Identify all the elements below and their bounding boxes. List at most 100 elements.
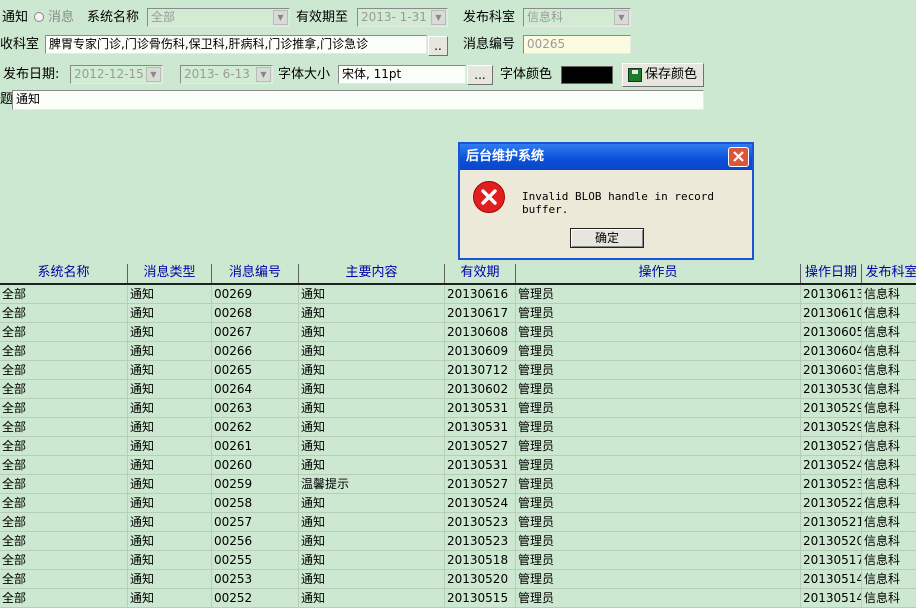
- column-header[interactable]: 消息编号: [212, 264, 299, 283]
- font-field[interactable]: 宋体, 11pt: [338, 65, 466, 84]
- table-cell: 信息科: [862, 323, 916, 341]
- table-cell: 通知: [128, 456, 212, 474]
- table-cell: 20130514: [803, 589, 862, 607]
- table-row[interactable]: 全部 通知 00261 通知 20130527 管理员 20130527 信息科: [0, 437, 916, 456]
- chevron-down-icon[interactable]: ▼: [614, 10, 629, 25]
- table-row[interactable]: 全部 通知 00256 通知 20130523 管理员 20130520 信息科: [0, 532, 916, 551]
- table-cell: 通知: [128, 418, 212, 436]
- table-row[interactable]: 全部 通知 00260 通知 20130531 管理员 20130524 信息科: [0, 456, 916, 475]
- table-cell: 20130522: [803, 494, 862, 512]
- table-cell: 管理员: [516, 551, 801, 569]
- table-cell: 20130602: [445, 380, 516, 398]
- table-row[interactable]: 全部 通知 00257 通知 20130523 管理员 20130521 信息科: [0, 513, 916, 532]
- table-cell: 00263: [212, 399, 299, 417]
- table-cell: 全部: [0, 418, 128, 436]
- table-cell: 20130527: [445, 475, 516, 493]
- table-cell: 管理员: [516, 304, 801, 322]
- date-to-picker[interactable]: 2013- 6-13 ▼: [180, 65, 273, 84]
- column-header[interactable]: 操作员: [516, 264, 801, 283]
- table-cell: 管理员: [516, 342, 801, 360]
- table-cell: 信息科: [862, 399, 916, 417]
- table-row[interactable]: 全部 通知 00262 通知 20130531 管理员 20130529 信息科: [0, 418, 916, 437]
- title-field[interactable]: 通知: [12, 90, 704, 110]
- table-cell: 信息科: [862, 494, 916, 512]
- table-cell: 00266: [212, 342, 299, 360]
- table-row[interactable]: 全部 通知 00253 通知 20130520 管理员 20130514 信息科: [0, 570, 916, 589]
- table-cell: 00265: [212, 361, 299, 379]
- chevron-down-icon[interactable]: ▼: [431, 10, 446, 25]
- system-name-select[interactable]: 全部 ▼: [147, 8, 290, 27]
- table-cell: 管理员: [516, 456, 801, 474]
- column-header[interactable]: 消息类型: [128, 264, 212, 283]
- table-row[interactable]: 全部 通知 00252 通知 20130515 管理员 20130514 信息科: [0, 589, 916, 608]
- table-cell: 通知: [299, 418, 445, 436]
- table-row[interactable]: 全部 通知 00255 通知 20130518 管理员 20130517 信息科: [0, 551, 916, 570]
- table-cell: 管理员: [516, 589, 801, 607]
- table-cell: 通知: [299, 456, 445, 474]
- table-cell: 00257: [212, 513, 299, 531]
- table-cell: 信息科: [862, 437, 916, 455]
- column-header[interactable]: 有效期: [445, 264, 516, 283]
- chevron-down-icon[interactable]: ▼: [273, 10, 288, 25]
- table-row[interactable]: 全部 通知 00269 通知 20130616 管理员 20130613 信息科: [0, 285, 916, 304]
- table-cell: 20130524: [803, 456, 862, 474]
- table-cell: 信息科: [862, 304, 916, 322]
- publish-dept-select[interactable]: 信息科 ▼: [523, 8, 631, 27]
- receive-dept-browse-button[interactable]: ..: [428, 36, 448, 56]
- publish-date-label: 发布日期:: [3, 67, 60, 82]
- table-cell: 通知: [299, 342, 445, 360]
- table-cell: 通知: [128, 570, 212, 588]
- error-message: Invalid BLOB handle in record buffer.: [522, 190, 715, 216]
- ok-button[interactable]: 确定: [570, 228, 644, 248]
- table-cell: 20130610: [803, 304, 862, 322]
- table-cell: 通知: [128, 475, 212, 493]
- column-header[interactable]: 主要内容: [299, 264, 445, 283]
- close-icon[interactable]: [728, 147, 749, 167]
- table-cell: 20130518: [445, 551, 516, 569]
- table-cell: 信息科: [862, 513, 916, 531]
- table-cell: 20130514: [803, 570, 862, 588]
- chevron-down-icon[interactable]: ▼: [146, 67, 161, 82]
- table-cell: 00268: [212, 304, 299, 322]
- date-from-picker[interactable]: 2012-12-15 ▼: [70, 65, 163, 84]
- chevron-down-icon[interactable]: ▼: [256, 67, 271, 82]
- table-cell: 管理员: [516, 323, 801, 341]
- message-table[interactable]: 系统名称 消息类型 消息编号 主要内容 有效期 操作员 操作日期 发布科室 全部 通知 00269…: [0, 264, 916, 608]
- table-cell: 通知: [299, 589, 445, 607]
- font-browse-button[interactable]: ...: [467, 65, 493, 85]
- table-cell: 20130609: [445, 342, 516, 360]
- receive-dept-field[interactable]: 脾胃专家门诊,门诊骨伤科,保卫科,肝病科,门诊推拿,门诊急诊: [45, 35, 427, 54]
- table-cell: 通知: [128, 323, 212, 341]
- table-row[interactable]: 全部 通知 00264 通知 20130602 管理员 20130530 信息科: [0, 380, 916, 399]
- column-header[interactable]: 发布科室: [862, 264, 916, 283]
- msg-no-field[interactable]: 00265: [523, 35, 631, 54]
- valid-until-picker[interactable]: 2013- 1-31 ▼: [357, 8, 448, 27]
- font-size-label: 字体大小: [278, 67, 331, 82]
- valid-until-label: 有效期至: [296, 10, 349, 25]
- table-cell: 通知: [128, 532, 212, 550]
- table-row[interactable]: 全部 通知 00265 通知 20130712 管理员 20130603 信息科: [0, 361, 916, 380]
- table-cell: 管理员: [516, 285, 801, 303]
- table-cell: 20130523: [445, 513, 516, 531]
- table-cell: 00258: [212, 494, 299, 512]
- column-header[interactable]: 系统名称: [0, 264, 128, 283]
- table-cell: 20130523: [803, 475, 862, 493]
- table-row[interactable]: 全部 通知 00258 通知 20130524 管理员 20130522 信息科: [0, 494, 916, 513]
- table-cell: 通知: [299, 570, 445, 588]
- table-cell: 管理员: [516, 475, 801, 493]
- table-cell: 全部: [0, 494, 128, 512]
- table-cell: 全部: [0, 342, 128, 360]
- type-message-radio[interactable]: [34, 12, 44, 22]
- table-row[interactable]: 全部 通知 00267 通知 20130608 管理员 20130605 信息科: [0, 323, 916, 342]
- table-cell: 管理员: [516, 494, 801, 512]
- table-row[interactable]: 全部 通知 00263 通知 20130531 管理员 20130529 信息科: [0, 399, 916, 418]
- font-color-swatch[interactable]: [561, 66, 613, 84]
- table-row[interactable]: 全部 通知 00268 通知 20130617 管理员 20130610 信息科: [0, 304, 916, 323]
- table-cell: 20130517: [803, 551, 862, 569]
- table-cell: 00255: [212, 551, 299, 569]
- column-header[interactable]: 操作日期: [801, 264, 862, 283]
- save-color-button[interactable]: 保存颜色: [622, 63, 704, 87]
- table-cell: 信息科: [862, 589, 916, 607]
- table-row[interactable]: 全部 通知 00266 通知 20130609 管理员 20130604 信息科: [0, 342, 916, 361]
- table-row[interactable]: 全部 通知 00259 温馨提示 20130527 管理员 20130523 信息科: [0, 475, 916, 494]
